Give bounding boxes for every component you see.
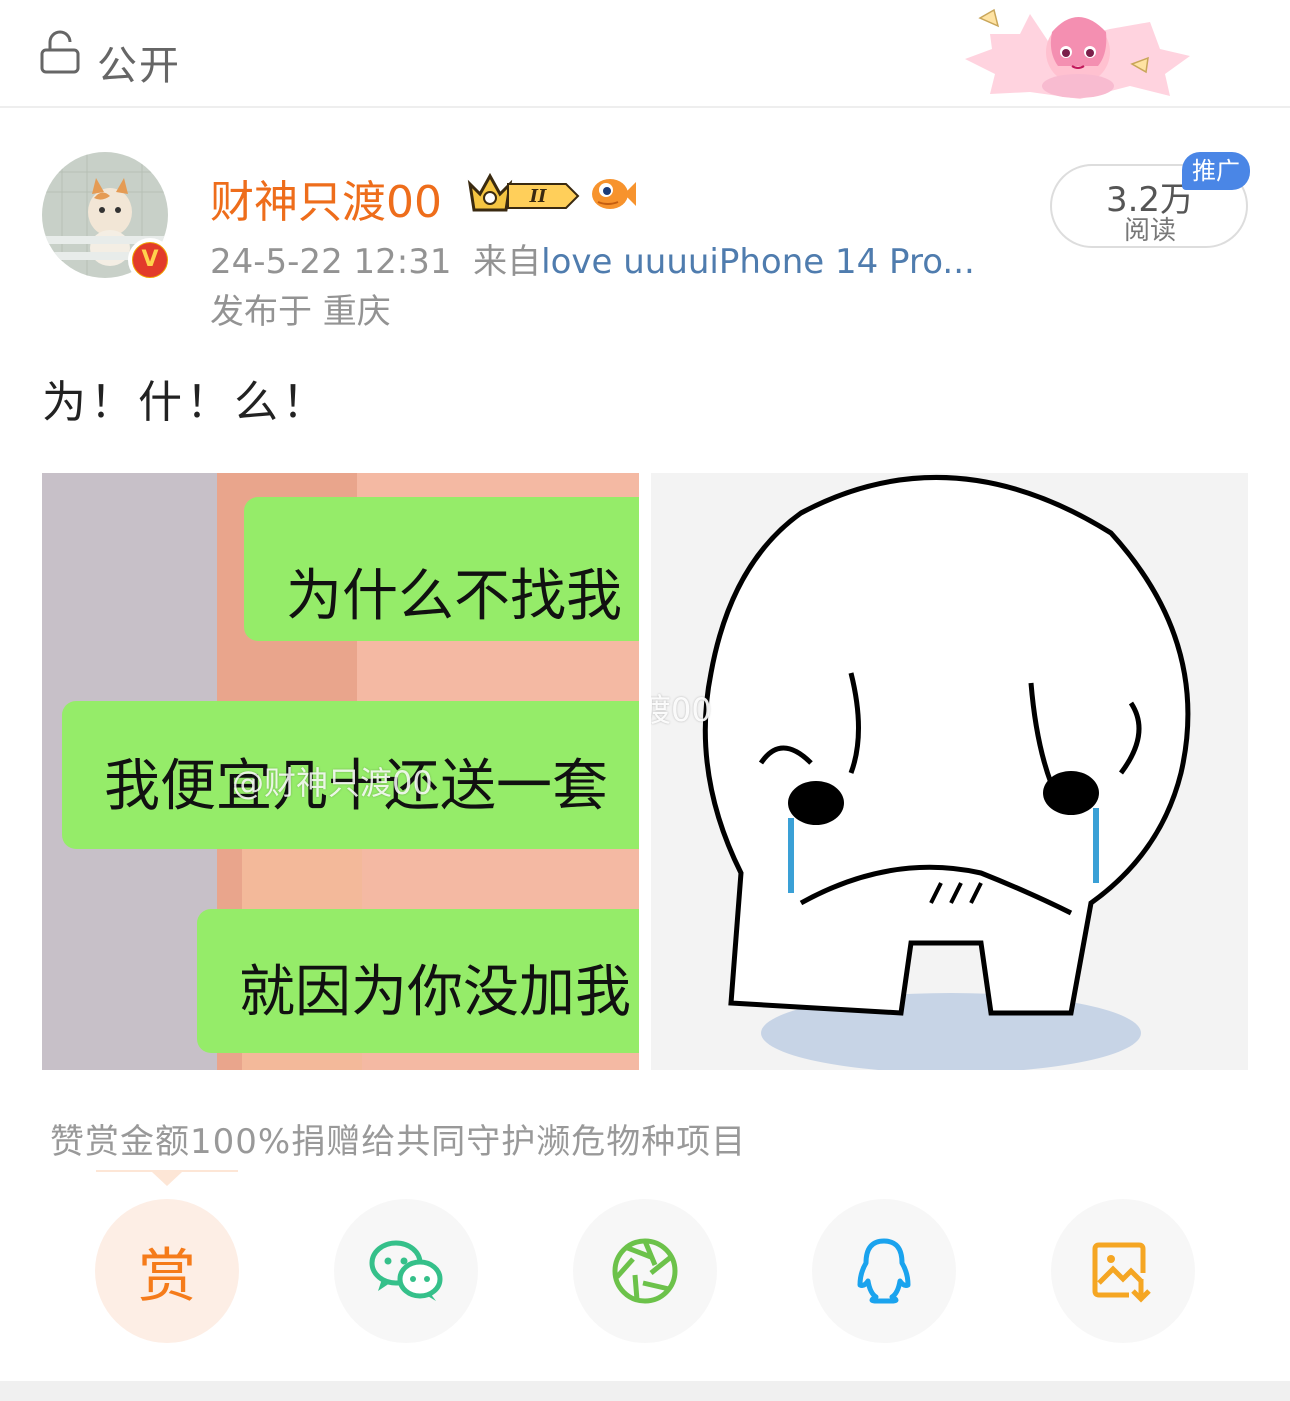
moments-icon <box>612 1238 678 1304</box>
wechat-share-button[interactable] <box>334 1199 478 1343</box>
qq-icon <box>857 1238 911 1304</box>
author-name[interactable]: 财神只渡00 <box>210 166 442 230</box>
reads-label: 阅读 <box>1123 216 1176 246</box>
post-meta: 24-5-22 12:31 来自love uuuuiPhone 14 Pro..… <box>210 234 975 283</box>
lock-icon[interactable] <box>40 30 80 74</box>
post-image-left[interactable]: 为什么不找我 我便宜几十还送一套 就因为你没加我 @财神只渡00 <box>42 473 639 1070</box>
reward-note: 赞赏金额100%捐赠给共同守护濒危物种项目 <box>50 1122 747 1162</box>
watermark-left: @财神只渡00 <box>232 764 433 802</box>
reward-button[interactable]: 赏 <box>95 1199 239 1343</box>
verified-badge: V <box>128 238 172 282</box>
wechat-icon <box>369 1240 443 1301</box>
source-link[interactable]: love uuuuiPhone 14 Pro... <box>541 242 975 282</box>
post-image-right[interactable]: @财神只渡00 <box>651 473 1248 1070</box>
privacy-label[interactable]: 公开 <box>97 33 181 91</box>
crying-face-drawing <box>651 473 1248 1070</box>
crown-level-badge[interactable]: II <box>466 170 582 216</box>
post-text: 为！什！么！ <box>42 377 330 428</box>
bottom-divider <box>0 1381 1290 1401</box>
chat-bubble-3: 就因为你没加我 <box>197 909 639 1053</box>
promo-tag[interactable]: 推广 <box>1182 152 1250 190</box>
anime-girl-sticker <box>965 8 1190 99</box>
post-time: 24-5-22 12:31 <box>210 242 452 282</box>
save-image-icon <box>1092 1242 1151 1303</box>
top-bar: 公开 <box>0 0 1290 108</box>
watermark-right: @财神只渡00 <box>651 691 712 729</box>
reward-label: 赏 <box>137 1242 196 1310</box>
level-text: II <box>529 186 547 207</box>
save-image-button[interactable] <box>1051 1199 1195 1343</box>
fish-icon[interactable] <box>588 170 636 216</box>
reward-pointer <box>152 1172 182 1186</box>
source-prefix: 来自 <box>473 242 542 282</box>
qq-share-button[interactable] <box>812 1199 956 1343</box>
moments-share-button[interactable] <box>573 1199 717 1343</box>
chat-bubble-1: 为什么不找我 <box>244 497 639 641</box>
post-location: 发布于 重庆 <box>210 292 391 332</box>
